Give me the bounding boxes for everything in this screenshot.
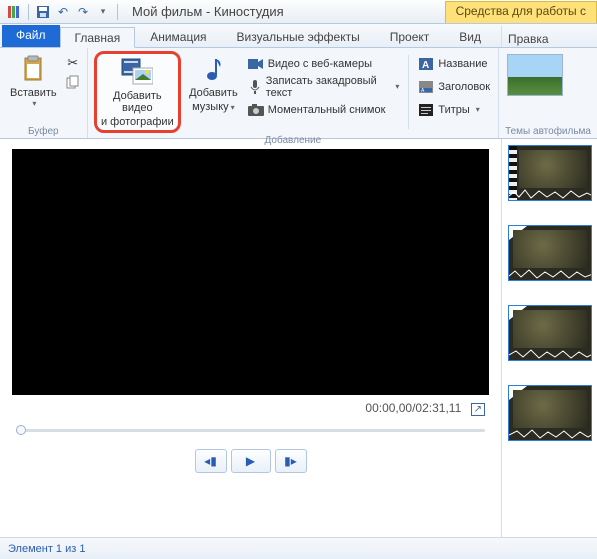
group-buffer: Вставить ▾ ✂ Буфер bbox=[0, 48, 88, 138]
separator bbox=[117, 4, 118, 20]
title-button[interactable]: A Название bbox=[416, 53, 492, 74]
save-icon[interactable] bbox=[35, 4, 51, 20]
camera-icon bbox=[248, 102, 264, 118]
caption-label: Заголовок bbox=[438, 81, 490, 93]
tab-home[interactable]: Главная bbox=[60, 27, 136, 48]
caption-button[interactable]: A Заголовок bbox=[416, 76, 492, 97]
statusbar: Элемент 1 из 1 bbox=[0, 537, 597, 559]
chevron-down-icon: ▾ bbox=[229, 103, 235, 112]
separator bbox=[408, 55, 409, 129]
group-themes-label: Темы автофильма bbox=[505, 124, 591, 137]
video-photo-icon bbox=[121, 56, 153, 88]
title-label: Название bbox=[438, 58, 487, 70]
narration-label: Записать закадровый текст bbox=[266, 75, 390, 99]
credits-label: Титры bbox=[438, 104, 469, 116]
tab-project[interactable]: Проект bbox=[375, 26, 445, 47]
preview-panel: 00:00,00/02:31,11 ↗ ◂▮ ▶ ▮▸ bbox=[0, 139, 501, 537]
qat-dropdown-icon[interactable]: ▾ bbox=[95, 4, 111, 20]
add-music-label2: музыку bbox=[192, 101, 229, 113]
storyboard-clip[interactable] bbox=[508, 305, 592, 361]
add-video-photo-label1: Добавить видео bbox=[101, 90, 174, 114]
contextual-tab-header: Средства для работы с bbox=[445, 1, 597, 23]
webcam-label: Видео с веб-камеры bbox=[268, 58, 372, 70]
tab-edit[interactable]: Правка bbox=[501, 25, 597, 47]
quick-access-toolbar: ↶ ↷ ▾ bbox=[0, 4, 126, 20]
tab-vfx[interactable]: Визуальные эффекты bbox=[222, 26, 375, 47]
theme-thumbnail[interactable] bbox=[507, 54, 563, 96]
paste-button[interactable]: Вставить ▾ bbox=[6, 51, 61, 124]
webcam-button[interactable]: Видео с веб-камеры bbox=[246, 53, 402, 74]
content-area: 00:00,00/02:31,11 ↗ ◂▮ ▶ ▮▸ bbox=[0, 139, 597, 537]
paste-label: Вставить bbox=[10, 87, 57, 99]
chevron-down-icon: ▾ bbox=[30, 99, 36, 108]
svg-text:A: A bbox=[422, 60, 429, 70]
window-title: Мой фильм - Киностудия bbox=[126, 4, 284, 19]
webcam-icon bbox=[248, 56, 264, 72]
tab-animation[interactable]: Анимация bbox=[135, 26, 221, 47]
titlebar: ↶ ↷ ▾ Мой фильм - Киностудия Средства дл… bbox=[0, 0, 597, 24]
app-icon bbox=[6, 4, 22, 20]
add-video-photo-button[interactable]: Добавить видео и фотографии bbox=[94, 51, 181, 133]
time-display: 00:00,00/02:31,11 bbox=[365, 401, 461, 415]
add-music-button[interactable]: Добавить музыку▾ bbox=[185, 51, 242, 133]
add-music-label1: Добавить bbox=[189, 87, 238, 99]
ribbon: Вставить ▾ ✂ Буфер bbox=[0, 48, 597, 139]
credits-button[interactable]: Титры ▾ bbox=[416, 99, 492, 120]
storyboard-panel bbox=[501, 139, 597, 537]
redo-icon[interactable]: ↷ bbox=[75, 4, 91, 20]
caption-icon: A bbox=[418, 79, 434, 95]
tab-file[interactable]: Файл bbox=[2, 25, 60, 47]
add-column-2: A Название A Заголовок Титры ▾ bbox=[416, 51, 492, 133]
storyboard-clip[interactable] bbox=[508, 385, 592, 441]
chevron-down-icon: ▾ bbox=[474, 105, 480, 114]
storyboard-clip[interactable] bbox=[508, 145, 592, 201]
play-button[interactable]: ▶ bbox=[231, 449, 271, 473]
add-video-photo-label2: и фотографии bbox=[101, 116, 174, 128]
narration-button[interactable]: Записать закадровый текст ▾ bbox=[246, 76, 402, 97]
status-text: Элемент 1 из 1 bbox=[8, 543, 85, 555]
video-preview[interactable] bbox=[12, 149, 489, 395]
group-themes: Темы автофильма bbox=[499, 48, 597, 138]
clipboard-icon bbox=[17, 53, 49, 85]
music-note-icon bbox=[197, 53, 229, 85]
mic-icon bbox=[248, 79, 262, 95]
cut-icon[interactable]: ✂ bbox=[65, 55, 81, 71]
ribbon-tabs: Файл Главная Анимация Визуальные эффекты… bbox=[0, 24, 597, 48]
snapshot-button[interactable]: Моментальный снимок bbox=[246, 99, 402, 120]
tab-view[interactable]: Вид bbox=[444, 26, 496, 47]
group-add: Добавить видео и фотографии Добавить муз… bbox=[88, 48, 499, 138]
prev-frame-button[interactable]: ◂▮ bbox=[195, 449, 227, 473]
seek-slider[interactable] bbox=[16, 425, 485, 435]
undo-icon[interactable]: ↶ bbox=[55, 4, 71, 20]
playback-controls: ◂▮ ▶ ▮▸ bbox=[12, 443, 489, 479]
seek-handle[interactable] bbox=[16, 425, 26, 435]
separator bbox=[28, 4, 29, 20]
storyboard-clip[interactable] bbox=[508, 225, 592, 281]
chevron-down-icon: ▾ bbox=[393, 82, 399, 91]
title-icon: A bbox=[418, 56, 434, 72]
fullscreen-icon[interactable]: ↗ bbox=[471, 403, 485, 416]
next-frame-button[interactable]: ▮▸ bbox=[275, 449, 307, 473]
add-column-1: Видео с веб-камеры Записать закадровый т… bbox=[246, 51, 402, 133]
group-buffer-label: Буфер bbox=[6, 124, 81, 137]
snapshot-label: Моментальный снимок bbox=[268, 104, 386, 116]
copy-icon[interactable] bbox=[65, 74, 81, 90]
credits-icon bbox=[418, 102, 434, 118]
